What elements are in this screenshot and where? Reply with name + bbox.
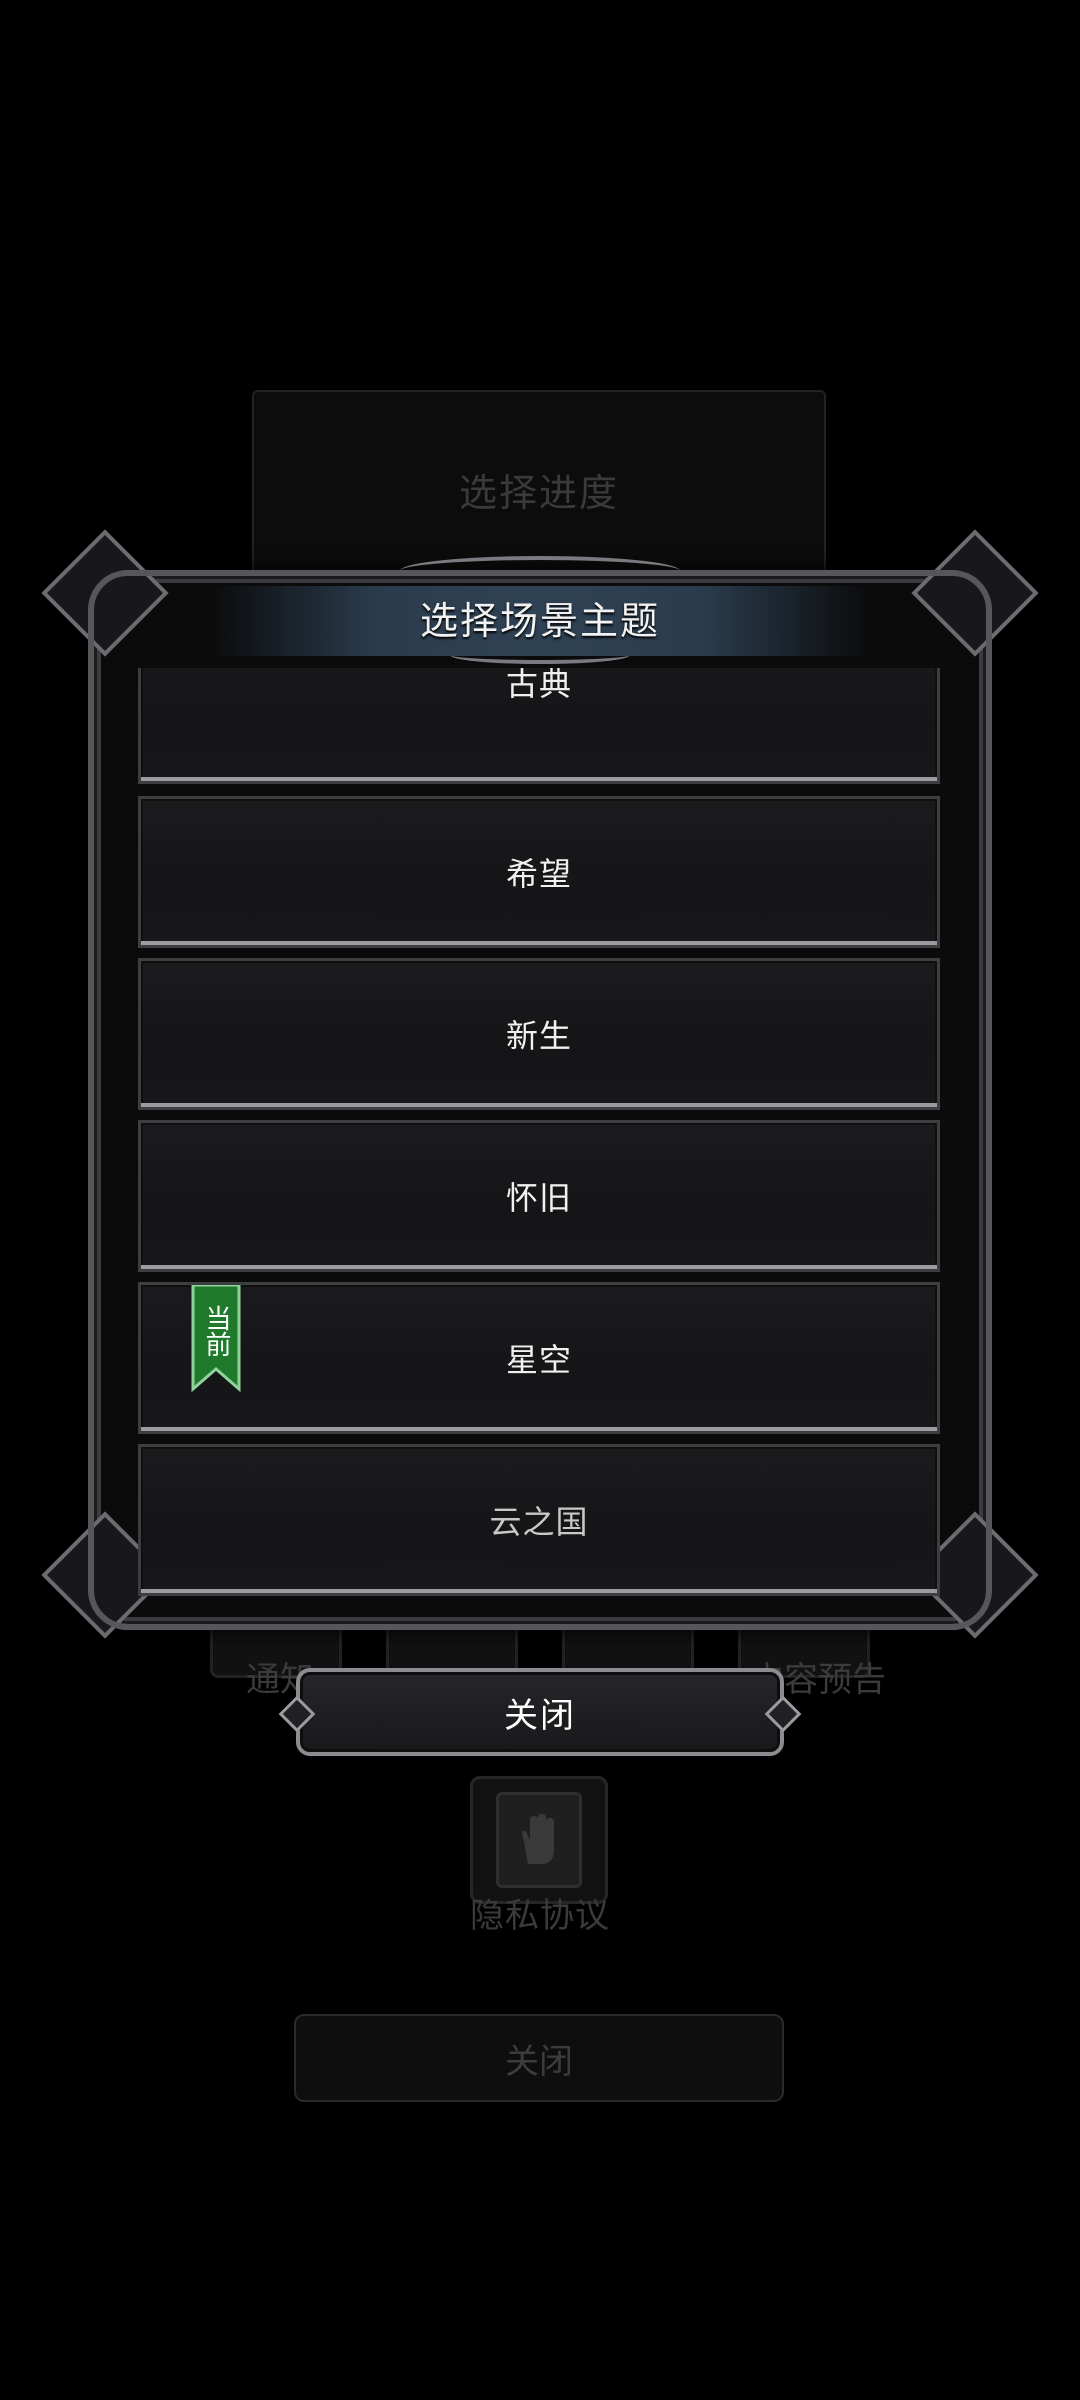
privacy-label: 隐私协议 (470, 1896, 610, 1936)
select-progress-title: 选择进度 (458, 471, 619, 515)
privacy-button (470, 1776, 608, 1904)
background-close-button: 关闭 (294, 2014, 784, 2102)
theme-item-label: 古典 (505, 668, 572, 703)
theme-item-label: 星空 (505, 1341, 572, 1379)
header-ornament-bottom (450, 646, 630, 664)
header-ornament-top (400, 556, 680, 586)
theme-list[interactable]: 古典 希望 新生 怀旧 当前 星空 云之国 (138, 668, 940, 1598)
background-close-label: 关闭 (505, 2041, 573, 2082)
theme-item-label: 新生 (505, 1017, 572, 1055)
theme-item-label: 怀旧 (505, 1179, 572, 1217)
close-button-label: 关闭 (504, 1695, 576, 1736)
select-progress-panel: 选择进度 (252, 390, 826, 580)
theme-item-nostalgia[interactable]: 怀旧 (138, 1120, 940, 1272)
theme-item-classic[interactable]: 古典 (138, 668, 940, 784)
theme-item-hope[interactable]: 希望 (138, 796, 940, 948)
dialog-title: 选择场景主题 (419, 599, 660, 643)
theme-item-rebirth[interactable]: 新生 (138, 958, 940, 1110)
theme-item-cloud-kingdom[interactable]: 云之国 (138, 1444, 940, 1596)
theme-item-label: 云之国 (489, 1503, 589, 1541)
close-button[interactable]: 关闭 (278, 1668, 802, 1756)
hand-book-icon (496, 1792, 582, 1888)
theme-item-starry-sky[interactable]: 当前 星空 (138, 1282, 940, 1434)
theme-item-label: 希望 (505, 855, 572, 893)
